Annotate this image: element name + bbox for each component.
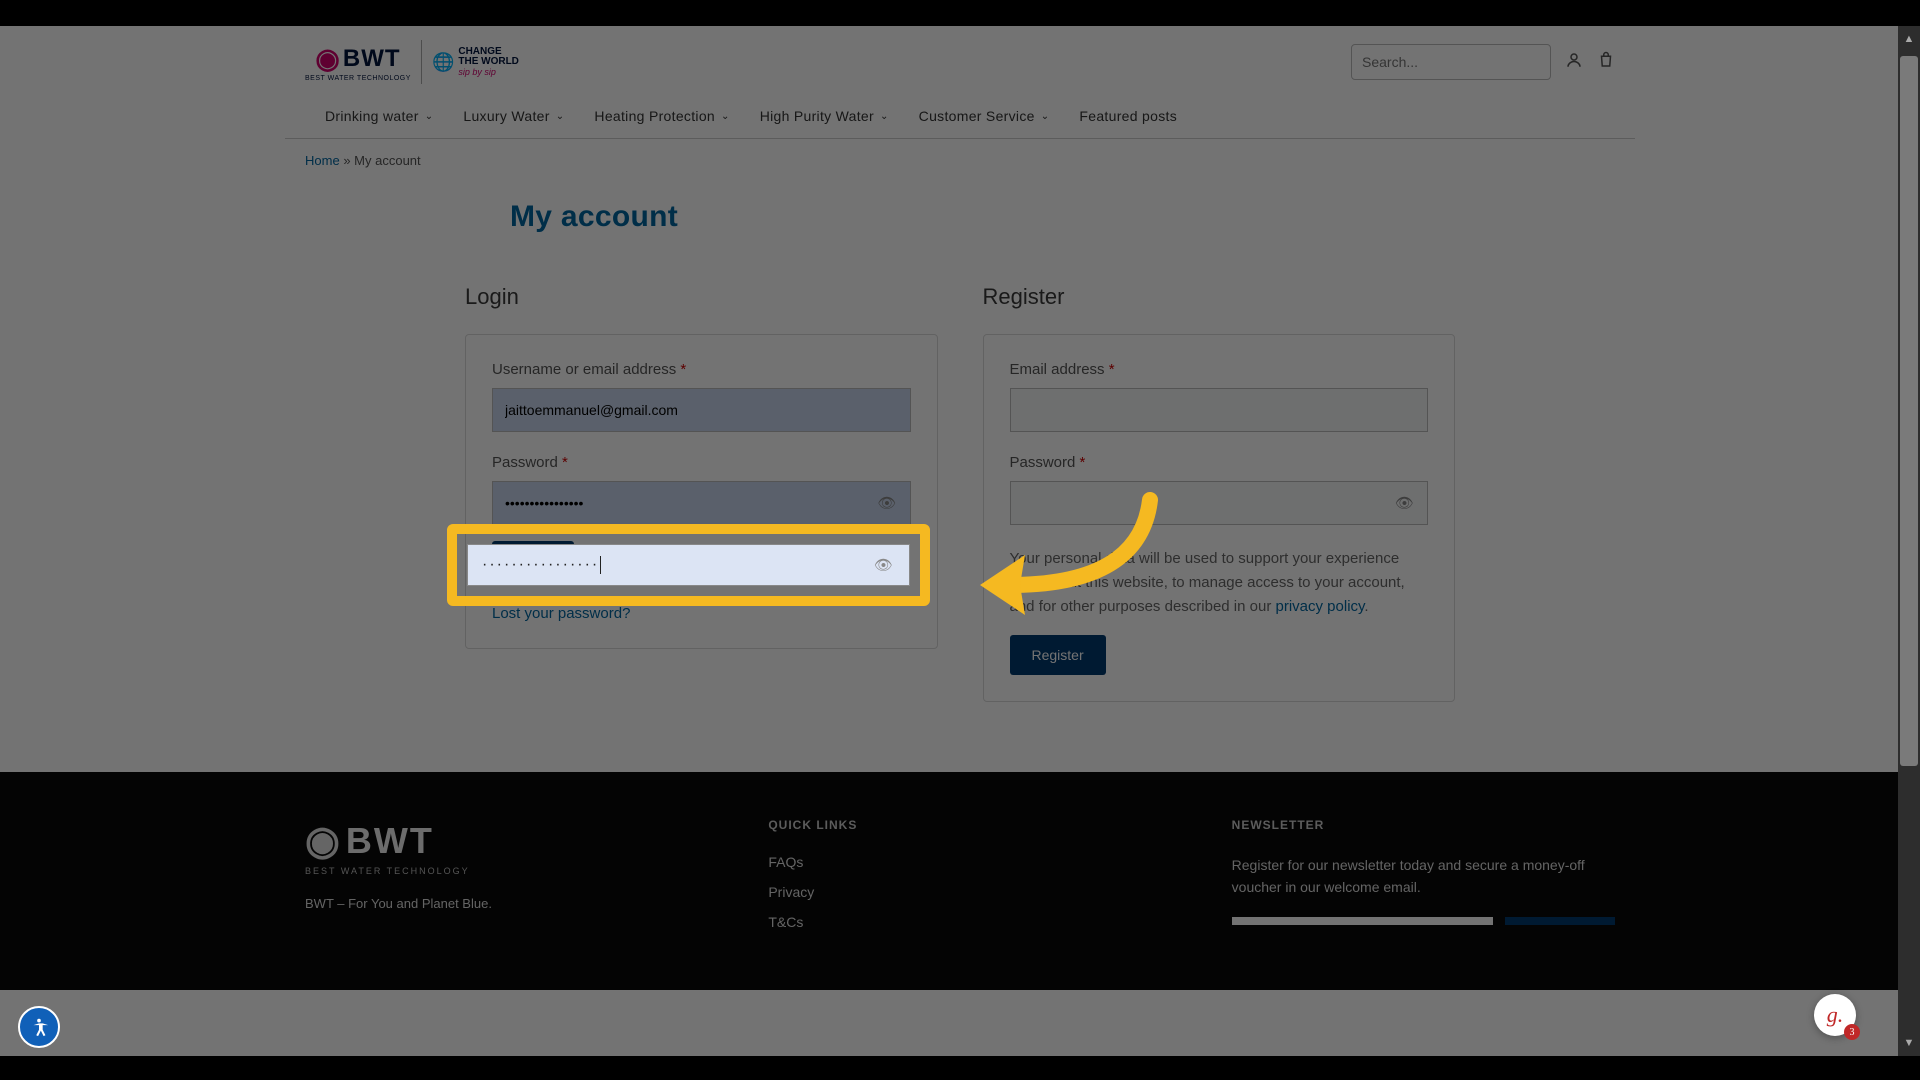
- logo-change-3: sip by sip: [458, 67, 519, 77]
- breadcrumb-sep: »: [343, 153, 350, 168]
- footer: ◉BWT BEST WATER TECHNOLOGY BWT – For You…: [0, 772, 1920, 990]
- password-input-highlighted[interactable]: ················ 👁: [467, 544, 910, 586]
- nav-high-purity-water[interactable]: High Purity Water⌄: [760, 108, 889, 124]
- breadcrumb-home[interactable]: Home: [305, 153, 340, 168]
- main-nav: Drinking water⌄ Luxury Water⌄ Heating Pr…: [285, 98, 1635, 139]
- breadcrumb: Home » My account: [305, 139, 1615, 182]
- quick-links-heading: QUICK LINKS: [768, 818, 1151, 832]
- footer-logo-text: BWT: [346, 820, 434, 862]
- privacy-policy-link[interactable]: privacy policy: [1276, 598, 1365, 615]
- nav-customer-service[interactable]: Customer Service⌄: [919, 108, 1050, 124]
- chevron-down-icon: ⌄: [425, 111, 434, 122]
- logo-divider: [421, 40, 422, 84]
- tutorial-arrow-icon: [960, 490, 1180, 630]
- username-input[interactable]: [492, 388, 911, 432]
- accessibility-button[interactable]: [18, 1006, 60, 1048]
- logo-sub: BEST WATER TECHNOLOGY: [305, 75, 411, 82]
- scrollbar-thumb[interactable]: [1900, 56, 1918, 766]
- register-button[interactable]: Register: [1010, 635, 1106, 675]
- logo-change-2: THE WORLD: [458, 57, 519, 67]
- scroll-up-icon[interactable]: ▲: [1900, 30, 1918, 48]
- reg-email-label: Email address *: [1010, 361, 1429, 378]
- newsletter-button[interactable]: [1505, 917, 1615, 925]
- topbar: ◉BWT BEST WATER TECHNOLOGY 🌐 CHANGE THE …: [305, 26, 1615, 98]
- account-icon[interactable]: [1565, 51, 1583, 74]
- reg-password-label: Password *: [1010, 454, 1429, 471]
- reg-email-input[interactable]: [1010, 388, 1429, 432]
- footer-link-faqs[interactable]: FAQs: [768, 854, 1151, 870]
- logo[interactable]: ◉BWT BEST WATER TECHNOLOGY 🌐 CHANGE THE …: [305, 40, 519, 84]
- search-input[interactable]: [1351, 44, 1551, 80]
- scrollbar[interactable]: ▲ ▼: [1898, 26, 1920, 1056]
- scroll-down-icon[interactable]: ▼: [1900, 1034, 1918, 1052]
- newsletter-text: Register for our newsletter today and se…: [1232, 854, 1615, 899]
- register-heading: Register: [983, 284, 1456, 310]
- grammarly-badge: 3: [1844, 1024, 1860, 1040]
- globe-icon: 🌐: [432, 52, 454, 73]
- grammarly-widget[interactable]: g. 3: [1814, 994, 1856, 1036]
- password-dots: ················: [482, 556, 599, 574]
- footer-tagline: BWT – For You and Planet Blue.: [305, 896, 688, 911]
- nav-heating-protection[interactable]: Heating Protection⌄: [594, 108, 729, 124]
- chevron-down-icon: ⌄: [1041, 111, 1050, 122]
- chevron-down-icon: ⌄: [556, 111, 565, 122]
- footer-link-privacy[interactable]: Privacy: [768, 884, 1151, 900]
- newsletter-heading: NEWSLETTER: [1232, 818, 1615, 832]
- grammarly-glyph: g.: [1827, 1002, 1844, 1028]
- drop-icon: ◉: [305, 818, 342, 864]
- chevron-down-icon: ⌄: [721, 111, 730, 122]
- chevron-down-icon: ⌄: [880, 111, 889, 122]
- password-input[interactable]: [492, 481, 911, 525]
- lost-password-link[interactable]: Lost your password?: [492, 605, 911, 622]
- highlight-password-field: ················ 👁: [447, 524, 930, 606]
- footer-logo-sub: BEST WATER TECHNOLOGY: [305, 866, 688, 876]
- drop-icon: ◉: [315, 42, 340, 75]
- cart-icon[interactable]: [1597, 51, 1615, 74]
- breadcrumb-current: My account: [354, 153, 420, 168]
- newsletter-input[interactable]: [1232, 917, 1493, 925]
- username-label: Username or email address *: [492, 361, 911, 378]
- nav-luxury-water[interactable]: Luxury Water⌄: [463, 108, 564, 124]
- footer-link-tcs[interactable]: T&Cs: [768, 914, 1151, 930]
- password-label: Password *: [492, 454, 911, 471]
- login-heading: Login: [465, 284, 938, 310]
- page-title: My account: [510, 200, 1615, 234]
- logo-text: BWT: [343, 45, 401, 73]
- nav-drinking-water[interactable]: Drinking water⌄: [325, 108, 433, 124]
- eye-icon[interactable]: 👁: [874, 556, 895, 574]
- nav-featured-posts[interactable]: Featured posts: [1079, 108, 1177, 124]
